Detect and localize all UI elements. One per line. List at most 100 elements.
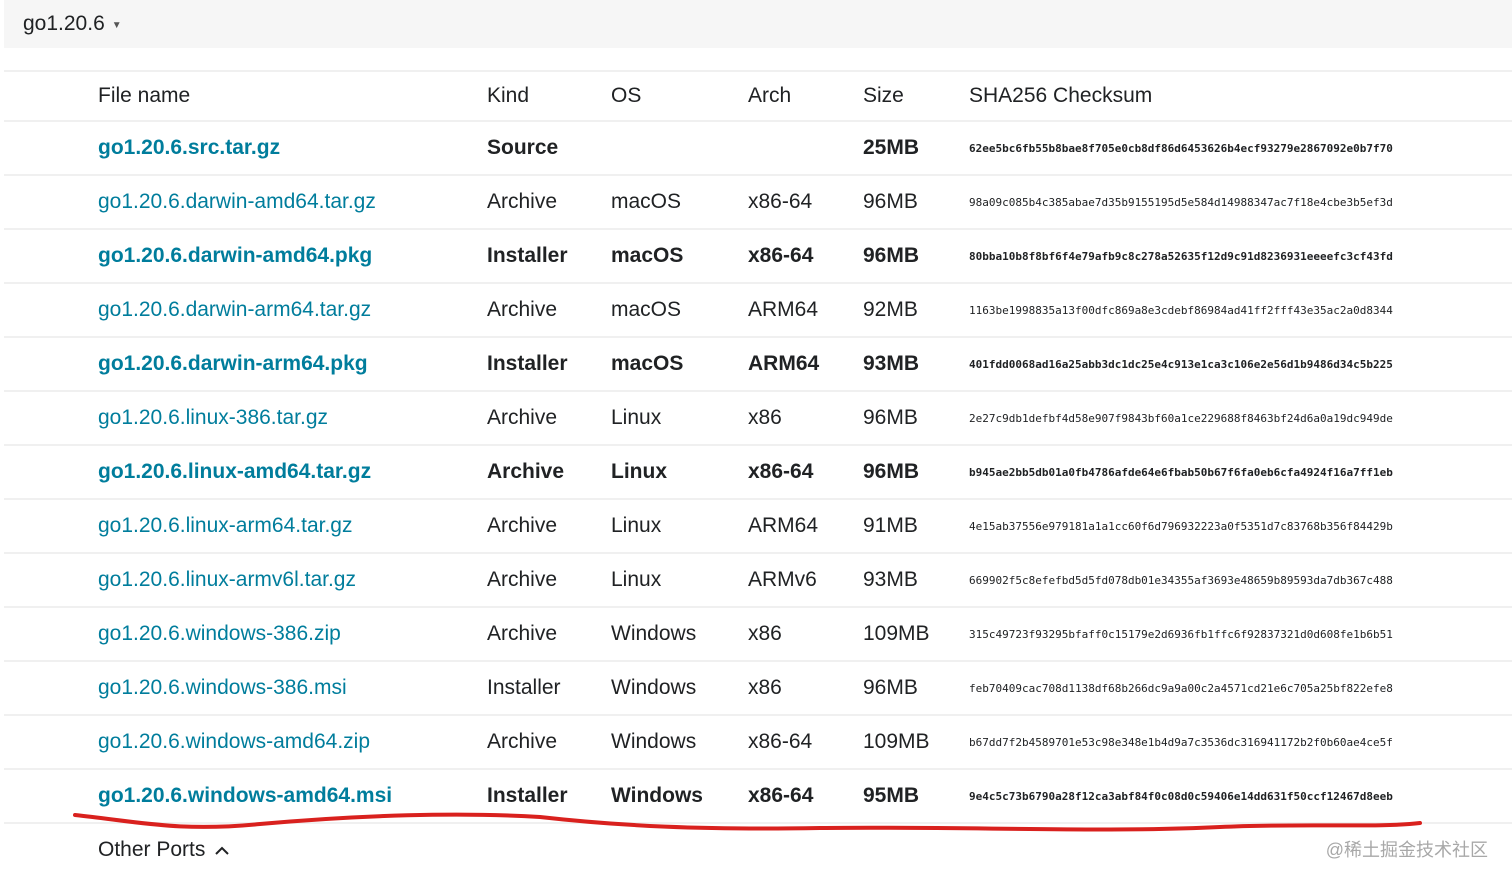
arch-cell: ARM64 [748,298,819,321]
file-name-cell: go1.20.6.windows-386.msi [98,662,347,714]
sha256-cell: 401fdd0068ad16a25abb3dc1dc25e4c913e1ca3c… [969,357,1393,371]
size-cell: 96MB [863,676,918,699]
file-name-link[interactable]: go1.20.6.linux-amd64.tar.gz [98,460,371,484]
sha256-cell: b67dd7f2b4589701e53c98e348e1b4d9a7c3536d… [969,735,1393,749]
file-name-cell: go1.20.6.windows-386.zip [98,608,341,660]
arch-cell: x86-64 [748,730,813,753]
sha256-cell: 98a09c085b4c385abae7d35b9155195d5e584d14… [969,195,1393,209]
version-bar: go1.20.6 ▼ [4,0,1512,48]
file-name-cell: go1.20.6.windows-amd64.zip [98,716,370,768]
os-cell: macOS [611,298,682,321]
table-body: go1.20.6.src.tar.gz Source 25MB 62ee5bc6fb5… [4,122,1512,824]
file-name-link[interactable]: go1.20.6.darwin-arm64.pkg [98,352,368,376]
other-ports-label: Other Ports [98,838,206,861]
file-name-link[interactable]: go1.20.6.linux-arm64.tar.gz [98,514,352,538]
sha256-cell: feb70409cac708d1138df68b266dc9a9a00c2a45… [969,681,1393,695]
file-name-cell: go1.20.6.linux-arm64.tar.gz [98,500,352,552]
file-name-cell: go1.20.6.darwin-arm64.tar.gz [98,284,371,336]
table-header-row: File name Kind OS Arch Size SHA256 Check… [4,72,1512,122]
table-row: go1.20.6.src.tar.gz Source 25MB 62ee5bc6fb5… [4,122,1512,176]
table-row: go1.20.6.windows-386.zip Archive Windows x8… [4,608,1512,662]
os-cell: Linux [611,568,662,591]
os-cell: macOS [611,244,684,267]
os-cell: Windows [611,676,697,699]
kind-cell: Archive [487,460,565,483]
sha256-cell: 1163be1998835a13f00dfc869a8e3cdebf86984a… [969,303,1393,317]
file-name-link[interactable]: go1.20.6.src.tar.gz [98,136,280,160]
kind-cell: Installer [487,784,568,807]
size-cell: 93MB [863,568,918,591]
table-row: go1.20.6.linux-amd64.tar.gz Archive Linux x… [4,446,1512,500]
table-row: go1.20.6.linux-386.tar.gz Archive Linux x86… [4,392,1512,446]
size-cell: 109MB [863,622,930,645]
size-cell: 109MB [863,730,930,753]
os-cell: Windows [611,730,697,753]
file-name-cell: go1.20.6.src.tar.gz [98,122,280,174]
size-cell: 96MB [863,460,920,483]
kind-cell: Archive [487,190,558,213]
arch-cell: x86 [748,676,782,699]
sha256-cell: 9e4c5c73b6790a28f12ca3abf84f0c08d0c59406… [969,789,1393,803]
file-name-link[interactable]: go1.20.6.linux-armv6l.tar.gz [98,568,356,592]
watermark-text: @稀土掘金技术社区 [1325,840,1488,860]
sha256-cell: 62ee5bc6fb55b8bae8f705e0cb8df86d6453626b… [969,141,1393,155]
file-name-cell: go1.20.6.darwin-arm64.pkg [98,338,368,390]
sha256-cell: b945ae2bb5db01a0fb4786afde64e6fbab50b67f… [969,465,1393,479]
file-name-cell: go1.20.6.darwin-amd64.tar.gz [98,176,376,228]
sha256-cell: 4e15ab37556e979181a1a1cc60f6d796932223a0… [969,519,1393,533]
size-cell: 96MB [863,406,918,429]
header-kind: Kind [487,84,530,107]
table-row: go1.20.6.windows-amd64.zip Archive Windows… [4,716,1512,770]
kind-cell: Installer [487,676,561,699]
version-label: go1.20.6 [23,12,105,35]
file-name-link[interactable]: go1.20.6.linux-386.tar.gz [98,406,328,430]
arch-cell: ARM64 [748,352,820,375]
file-name-link[interactable]: go1.20.6.darwin-amd64.pkg [98,244,372,268]
header-file-name: File name [98,84,191,107]
file-name-link[interactable]: go1.20.6.windows-386.zip [98,622,341,646]
table-row: go1.20.6.darwin-arm64.pkg Installer macOS A… [4,338,1512,392]
kind-cell: Archive [487,568,558,591]
downloads-table: File name Kind OS Arch Size SHA256 Check… [4,70,1512,824]
header-arch: Arch [748,84,792,107]
header-size: Size [863,84,904,107]
size-cell: 96MB [863,190,918,213]
sha256-cell: 315c49723f93295bfaff0c15179e2d6936fb1ffc… [969,627,1393,641]
file-name-cell: go1.20.6.windows-amd64.msi [98,770,392,822]
arch-cell: x86-64 [748,244,814,267]
file-name-cell: go1.20.6.darwin-amd64.pkg [98,230,372,282]
arch-cell: x86-64 [748,460,814,483]
arch-cell: ARMv6 [748,568,817,591]
file-name-link[interactable]: go1.20.6.windows-amd64.msi [98,784,392,808]
table-row: go1.20.6.linux-arm64.tar.gz Archive Linux A… [4,500,1512,554]
os-cell: Linux [611,514,662,537]
os-cell: Windows [611,622,697,645]
os-cell: Linux [611,460,667,483]
kind-cell: Archive [487,514,558,537]
table-row: go1.20.6.windows-386.msi Installer Windows… [4,662,1512,716]
arch-cell: x86 [748,622,782,645]
file-name-link[interactable]: go1.20.6.windows-amd64.zip [98,730,370,754]
size-cell: 93MB [863,352,920,375]
kind-cell: Installer [487,352,568,375]
file-name-cell: go1.20.6.linux-386.tar.gz [98,392,328,444]
arch-cell: x86-64 [748,784,814,807]
table-row: go1.20.6.windows-amd64.msi Installer Windo… [4,770,1512,824]
table-row: go1.20.6.linux-armv6l.tar.gz Archive Linux… [4,554,1512,608]
header-sha256: SHA256 Checksum [969,84,1153,107]
size-cell: 95MB [863,784,920,807]
table-row: go1.20.6.darwin-amd64.tar.gz Archive macOS… [4,176,1512,230]
sha256-cell: 669902f5c8efefbd5d5fd078db01e34355af3693… [969,573,1393,587]
file-name-link[interactable]: go1.20.6.darwin-amd64.tar.gz [98,190,376,214]
os-cell: macOS [611,352,684,375]
size-cell: 92MB [863,298,918,321]
sha256-cell: 80bba10b8f8bf6f4e79afb9c8c278a52635f12d9… [969,249,1393,263]
file-name-link[interactable]: go1.20.6.windows-386.msi [98,676,347,700]
file-name-link[interactable]: go1.20.6.darwin-arm64.tar.gz [98,298,371,322]
version-toggle[interactable]: go1.20.6 ▼ [23,12,122,36]
arch-cell: x86 [748,406,782,429]
kind-cell: Archive [487,298,558,321]
table-row: go1.20.6.darwin-arm64.tar.gz Archive macOS… [4,284,1512,338]
other-ports-toggle[interactable]: Other Ports [98,838,230,862]
size-cell: 96MB [863,244,920,267]
